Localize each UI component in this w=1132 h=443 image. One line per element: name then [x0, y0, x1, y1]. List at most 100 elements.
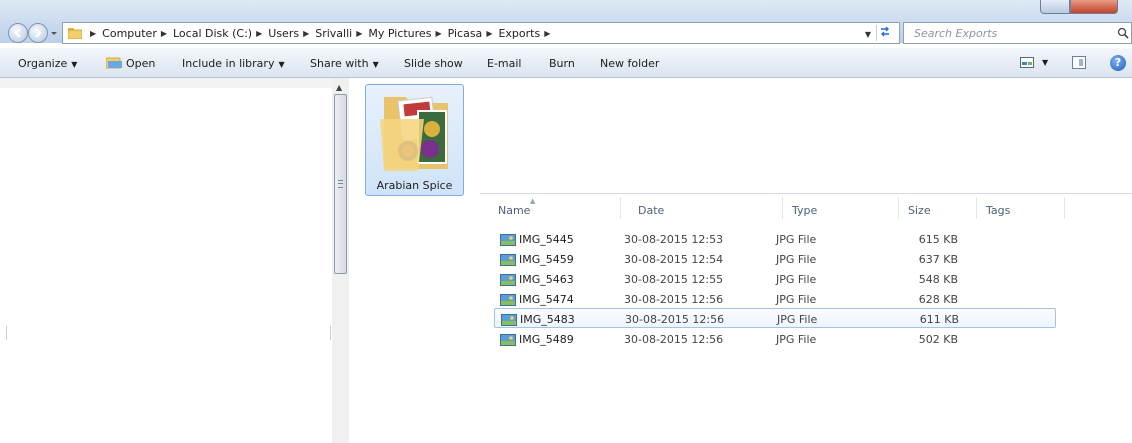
file-name: IMG_5459	[519, 253, 574, 266]
back-button[interactable]	[8, 23, 28, 43]
file-date: 30-08-2015 12:53	[624, 233, 724, 246]
file-date: 30-08-2015 12:55	[624, 273, 724, 286]
include-in-library-menu[interactable]: Include in library ▼	[182, 57, 285, 70]
refresh-button[interactable]	[876, 25, 895, 41]
table-row-selected[interactable]: IMG_5483 30-08-2015 12:56 JPG File 611 K…	[494, 308, 1056, 328]
breadcrumb-item[interactable]: ▶ Computer	[86, 27, 157, 40]
burn-button[interactable]: Burn	[549, 57, 575, 70]
back-arrow-icon	[14, 28, 21, 38]
column-separator[interactable]	[898, 197, 899, 219]
breadcrumb-item[interactable]: ▶ Srivalli	[299, 27, 352, 40]
forward-button[interactable]	[28, 23, 48, 43]
divider	[330, 326, 331, 340]
breadcrumb-item[interactable]: ▶ Local Disk (C:)	[157, 27, 252, 40]
file-name: IMG_5483	[520, 313, 575, 326]
file-type: JPG File	[776, 253, 817, 266]
column-separator[interactable]	[620, 197, 621, 219]
breadcrumb-item[interactable]: ▶ Users	[252, 27, 299, 40]
navigation-pane[interactable]: ▲	[0, 78, 349, 443]
chevron-right-icon[interactable]: ▶	[544, 29, 550, 38]
jpg-file-icon	[500, 294, 516, 306]
details-view[interactable]: ▲ Name Date Type Size Tags IMG_5445 30-0…	[480, 193, 1132, 443]
file-size: 502 KB	[918, 333, 958, 346]
column-header-name[interactable]: Name	[498, 204, 530, 217]
file-date: 30-08-2015 12:56	[625, 313, 725, 326]
chevron-down-icon: ▼	[372, 60, 379, 69]
views-dropdown[interactable]: ▼	[1042, 58, 1048, 67]
scroll-up-arrow-icon[interactable]: ▲	[336, 83, 342, 92]
views-icon[interactable]	[1020, 57, 1034, 68]
column-separator[interactable]	[782, 197, 783, 219]
close-button[interactable]	[1070, 0, 1118, 14]
open-button[interactable]: Open	[106, 57, 155, 70]
file-name: IMG_5474	[519, 293, 574, 306]
command-bar: Organize ▼ Open Include in library ▼ Share…	[0, 48, 1132, 78]
breadcrumb-item[interactable]: ▶ My Pictures	[352, 27, 431, 40]
table-row[interactable]: IMG_5459 30-08-2015 12:54 JPG File 637 K…	[494, 249, 1056, 269]
refresh-icon	[881, 26, 889, 37]
chevron-down-icon: ▼	[71, 60, 78, 69]
folder-icon	[68, 28, 82, 39]
address-dropdown-button[interactable]: ▼	[865, 30, 871, 39]
breadcrumb-item[interactable]: ▶ Picasa	[431, 27, 482, 40]
file-type: JPG File	[776, 293, 817, 306]
preview-pane-icon[interactable]	[1072, 56, 1086, 69]
maximize-button[interactable]	[1040, 0, 1070, 14]
file-type: JPG File	[776, 233, 817, 246]
file-size: 637 KB	[918, 253, 958, 266]
column-separator[interactable]	[976, 197, 977, 219]
search-icon[interactable]	[1117, 27, 1129, 39]
divider	[480, 193, 1132, 194]
file-name: IMG_5445	[519, 233, 574, 246]
forward-arrow-icon	[35, 28, 42, 38]
address-bar-area: ▶ Computer ▶ Local Disk (C:) ▶ Users ▶ Sriva…	[0, 0, 1132, 44]
column-header-size[interactable]: Size	[908, 204, 931, 217]
recent-pages-dropdown[interactable]	[50, 29, 58, 37]
folder-item[interactable]: Arabian Spice	[365, 84, 464, 196]
jpg-file-icon	[501, 314, 517, 326]
column-header-date[interactable]: Date	[638, 204, 664, 217]
slide-show-button[interactable]: Slide show	[404, 57, 463, 70]
search-input[interactable]: Search Exports	[903, 22, 1132, 44]
sort-ascending-icon: ▲	[530, 197, 536, 205]
jpg-file-icon	[500, 254, 516, 266]
table-row[interactable]: IMG_5463 30-08-2015 12:55 JPG File 548 K…	[494, 269, 1056, 289]
file-type: JPG File	[776, 333, 817, 346]
file-size: 548 KB	[918, 273, 958, 286]
column-header-type[interactable]: Type	[792, 204, 817, 217]
window-controls	[1040, 0, 1132, 14]
file-name: IMG_5463	[519, 273, 574, 286]
scrollbar-thumb[interactable]	[334, 94, 347, 274]
organize-menu[interactable]: Organize ▼	[18, 57, 77, 70]
file-list-area[interactable]: Arabian Spice ▲ Name Date Type Size Tags…	[350, 78, 1132, 443]
jpg-file-icon	[500, 234, 516, 246]
jpg-file-icon	[500, 334, 516, 346]
file-size: 615 KB	[918, 233, 958, 246]
breadcrumb-item[interactable]: ▶ Exports ▶	[482, 27, 556, 40]
chevron-down-icon: ▼	[278, 60, 285, 69]
file-type: JPG File	[777, 313, 818, 326]
column-separator[interactable]	[1064, 197, 1065, 219]
file-name: IMG_5489	[519, 333, 574, 346]
divider	[6, 326, 7, 340]
help-icon[interactable]: ?	[1110, 55, 1126, 71]
breadcrumb[interactable]: ▶ Computer ▶ Local Disk (C:) ▶ Users ▶ Sriva…	[62, 22, 900, 44]
file-size: 628 KB	[918, 293, 958, 306]
table-row[interactable]: IMG_5445 30-08-2015 12:53 JPG File 615 K…	[494, 229, 1056, 249]
open-icon	[106, 57, 122, 69]
navigation-pane-header	[0, 78, 332, 88]
share-with-menu[interactable]: Share with ▼	[310, 57, 379, 70]
email-button[interactable]: E-mail	[487, 57, 522, 70]
folder-with-photos-icon	[380, 96, 448, 171]
file-date: 30-08-2015 12:56	[624, 293, 724, 306]
table-row[interactable]: IMG_5474 30-08-2015 12:56 JPG File 628 K…	[494, 289, 1056, 309]
jpg-file-icon	[500, 274, 516, 286]
scrollbar-grip-icon	[338, 180, 343, 188]
navigation-scrollbar[interactable]: ▲	[332, 78, 349, 443]
file-type: JPG File	[776, 273, 817, 286]
new-folder-button[interactable]: New folder	[600, 57, 659, 70]
table-row[interactable]: IMG_5489 30-08-2015 12:56 JPG File 502 K…	[494, 329, 1056, 349]
column-header-tags[interactable]: Tags	[986, 204, 1010, 217]
file-date: 30-08-2015 12:56	[624, 333, 724, 346]
file-date: 30-08-2015 12:54	[624, 253, 724, 266]
